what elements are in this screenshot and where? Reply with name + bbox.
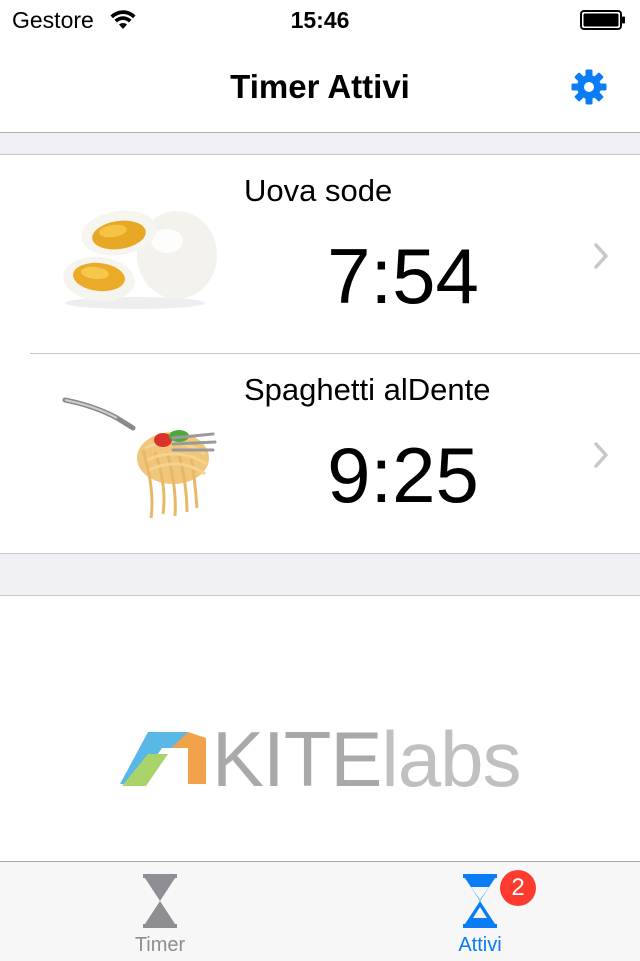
timer-row-uova-sode[interactable]: Uova sode 7:54 <box>0 155 640 353</box>
section-header-gap <box>0 133 640 155</box>
hourglass-icon <box>463 874 497 928</box>
settings-gear-icon[interactable] <box>570 68 608 106</box>
active-timers-list: Uova sode 7:54 Spaghetti alDente 9:25 <box>0 155 640 553</box>
timer-countdown: 7:54 <box>327 232 479 320</box>
tab-label: Attivi <box>458 934 502 956</box>
kitelabs-logo-text: KITElabs <box>212 715 521 803</box>
timer-name: Spaghetti alDente <box>244 372 491 407</box>
chevron-right-icon <box>594 243 608 269</box>
logo-kite-text: KITE <box>212 715 382 803</box>
timer-name: Uova sode <box>244 173 393 208</box>
tab-label: Timer <box>134 934 186 956</box>
tab-badge: 2 <box>500 870 536 906</box>
kitelabs-logo-mark <box>120 732 206 786</box>
spaghetti-fork-image <box>62 397 217 519</box>
status-time: 15:46 <box>290 7 350 33</box>
kitelabs-logo: KITElabs <box>118 716 528 802</box>
section-footer-gap <box>0 553 640 596</box>
tab-timer[interactable]: Timer <box>0 862 320 961</box>
boiled-eggs-image <box>63 210 217 309</box>
timer-row-spaghetti-aldente[interactable]: Spaghetti alDente 9:25 <box>0 354 640 552</box>
tab-bar: Timer 2 Attivi <box>0 861 640 961</box>
status-bar: Gestore 15:46 <box>0 0 640 40</box>
logo-labs-text: labs <box>381 715 521 803</box>
hourglass-icon <box>143 874 177 928</box>
battery-icon <box>580 10 625 30</box>
page-title: Timer Attivi <box>230 68 410 105</box>
timer-countdown: 9:25 <box>327 431 479 519</box>
chevron-right-icon <box>594 442 608 468</box>
tab-attivi[interactable]: 2 Attivi <box>320 862 640 961</box>
navigation-bar: Timer Attivi <box>0 40 640 133</box>
